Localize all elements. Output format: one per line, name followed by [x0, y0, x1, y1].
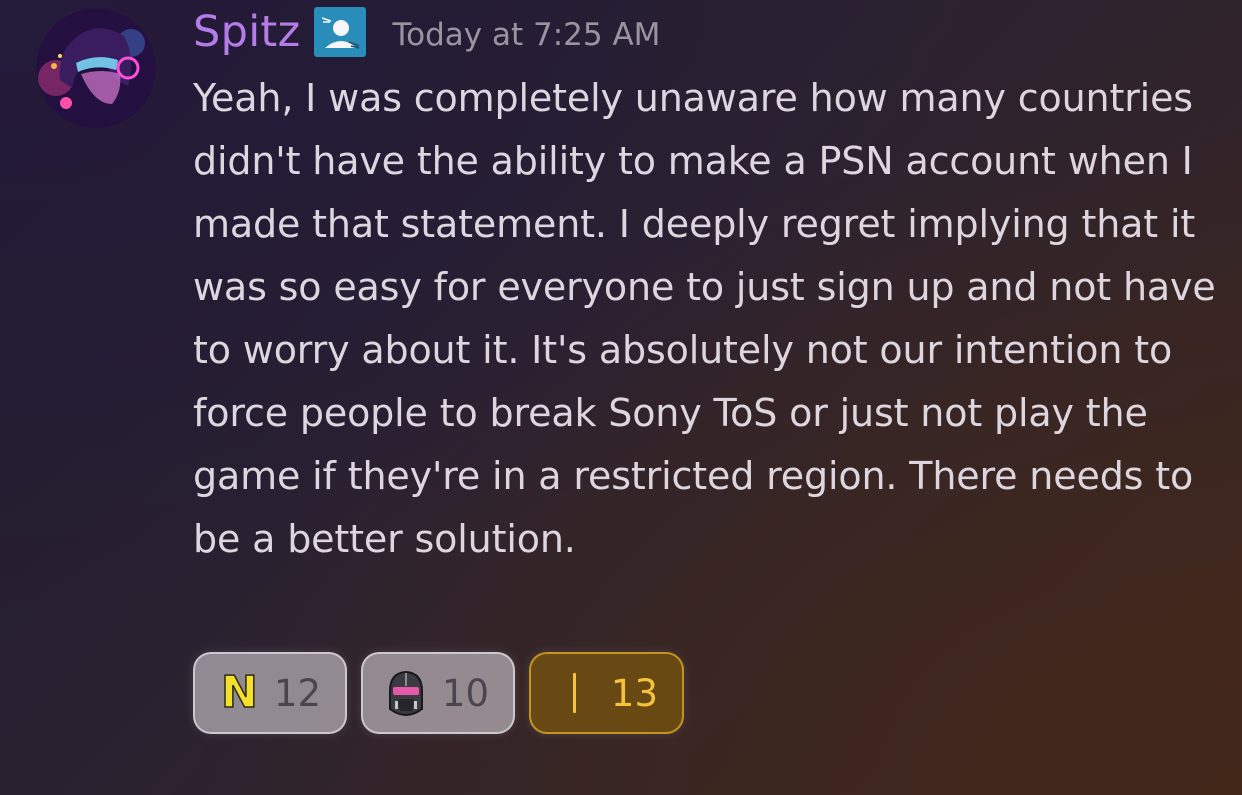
message-header: Spitz Today at 7:25 AM: [193, 4, 660, 60]
bar-emoji-icon: [553, 669, 597, 717]
helmet-emoji-icon: [385, 669, 428, 717]
avatar[interactable]: [36, 8, 156, 128]
message-content: Yeah, I was completely unaware how many …: [193, 76, 1216, 561]
reaction-helmet[interactable]: 10: [361, 652, 515, 734]
username[interactable]: Spitz: [193, 7, 300, 57]
reaction-count: 13: [610, 671, 658, 715]
n-emoji-icon: N: [220, 667, 258, 718]
reaction-count: 12: [273, 671, 321, 715]
role-badge-icon[interactable]: [314, 7, 367, 57]
timestamp: Today at 7:25 AM: [392, 17, 661, 53]
reaction-bar[interactable]: 13: [529, 652, 684, 734]
avatar-image: [36, 8, 156, 128]
reaction-count: 10: [441, 671, 489, 715]
message: Spitz Today at 7:25 AM Yeah, I was compl…: [0, 0, 1242, 795]
reactions-bar: N 12 10 13: [193, 652, 684, 734]
reaction-n[interactable]: N 12: [193, 652, 347, 734]
